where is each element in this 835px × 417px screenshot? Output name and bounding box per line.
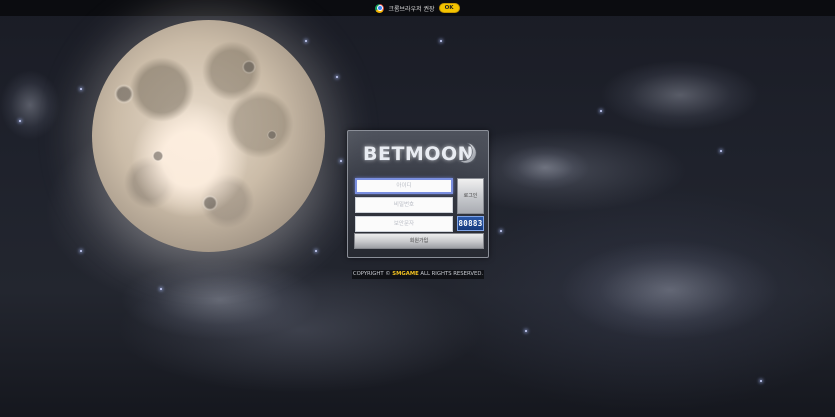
star	[80, 88, 82, 90]
ok-button[interactable]: OK	[438, 3, 460, 13]
crescent-moon-icon	[458, 142, 477, 164]
star	[80, 250, 82, 252]
full-moon-image	[92, 20, 325, 252]
signup-button[interactable]: 회원가입	[354, 233, 484, 249]
star	[160, 288, 162, 290]
star	[500, 230, 502, 232]
star	[440, 40, 442, 42]
star	[315, 250, 317, 252]
star	[760, 380, 762, 382]
login-panel: BETMOON 로그인 80883 회원가입	[347, 130, 489, 258]
star	[525, 330, 527, 332]
browser-notice-text: 크롬브라우저 권장	[388, 5, 435, 13]
copyright-text: COPYRIGHT © SMGAME ALL RIGHTS RESERVED.	[352, 270, 484, 279]
copyright-brand: SMGAME	[392, 271, 419, 277]
username-input[interactable]	[355, 178, 453, 194]
chrome-icon	[375, 3, 385, 13]
star	[340, 160, 342, 162]
browser-notice-bar: 크롬브라우저 권장 OK	[0, 0, 835, 16]
captcha-input[interactable]	[355, 216, 453, 232]
moon-crater	[152, 150, 164, 162]
captcha-code: 80883	[457, 216, 484, 231]
star	[336, 76, 338, 78]
moon-crater	[114, 84, 134, 104]
cloud	[500, 145, 590, 190]
cloud	[0, 70, 60, 140]
login-button[interactable]: 로그인	[457, 178, 484, 214]
moon-crater	[202, 195, 218, 211]
moon-crater	[242, 60, 256, 74]
star	[720, 150, 722, 152]
star	[19, 120, 21, 122]
copyright-suffix: ALL RIGHTS RESERVED.	[418, 271, 484, 277]
star	[305, 40, 307, 42]
moon-crater	[267, 130, 277, 140]
cloud	[560, 240, 780, 340]
copyright-prefix: COPYRIGHT ©	[352, 271, 393, 277]
password-input[interactable]	[355, 197, 453, 213]
cloud	[600, 60, 760, 130]
star	[600, 110, 602, 112]
cloud	[120, 260, 320, 340]
betmoon-logo: BETMOON	[363, 138, 481, 170]
